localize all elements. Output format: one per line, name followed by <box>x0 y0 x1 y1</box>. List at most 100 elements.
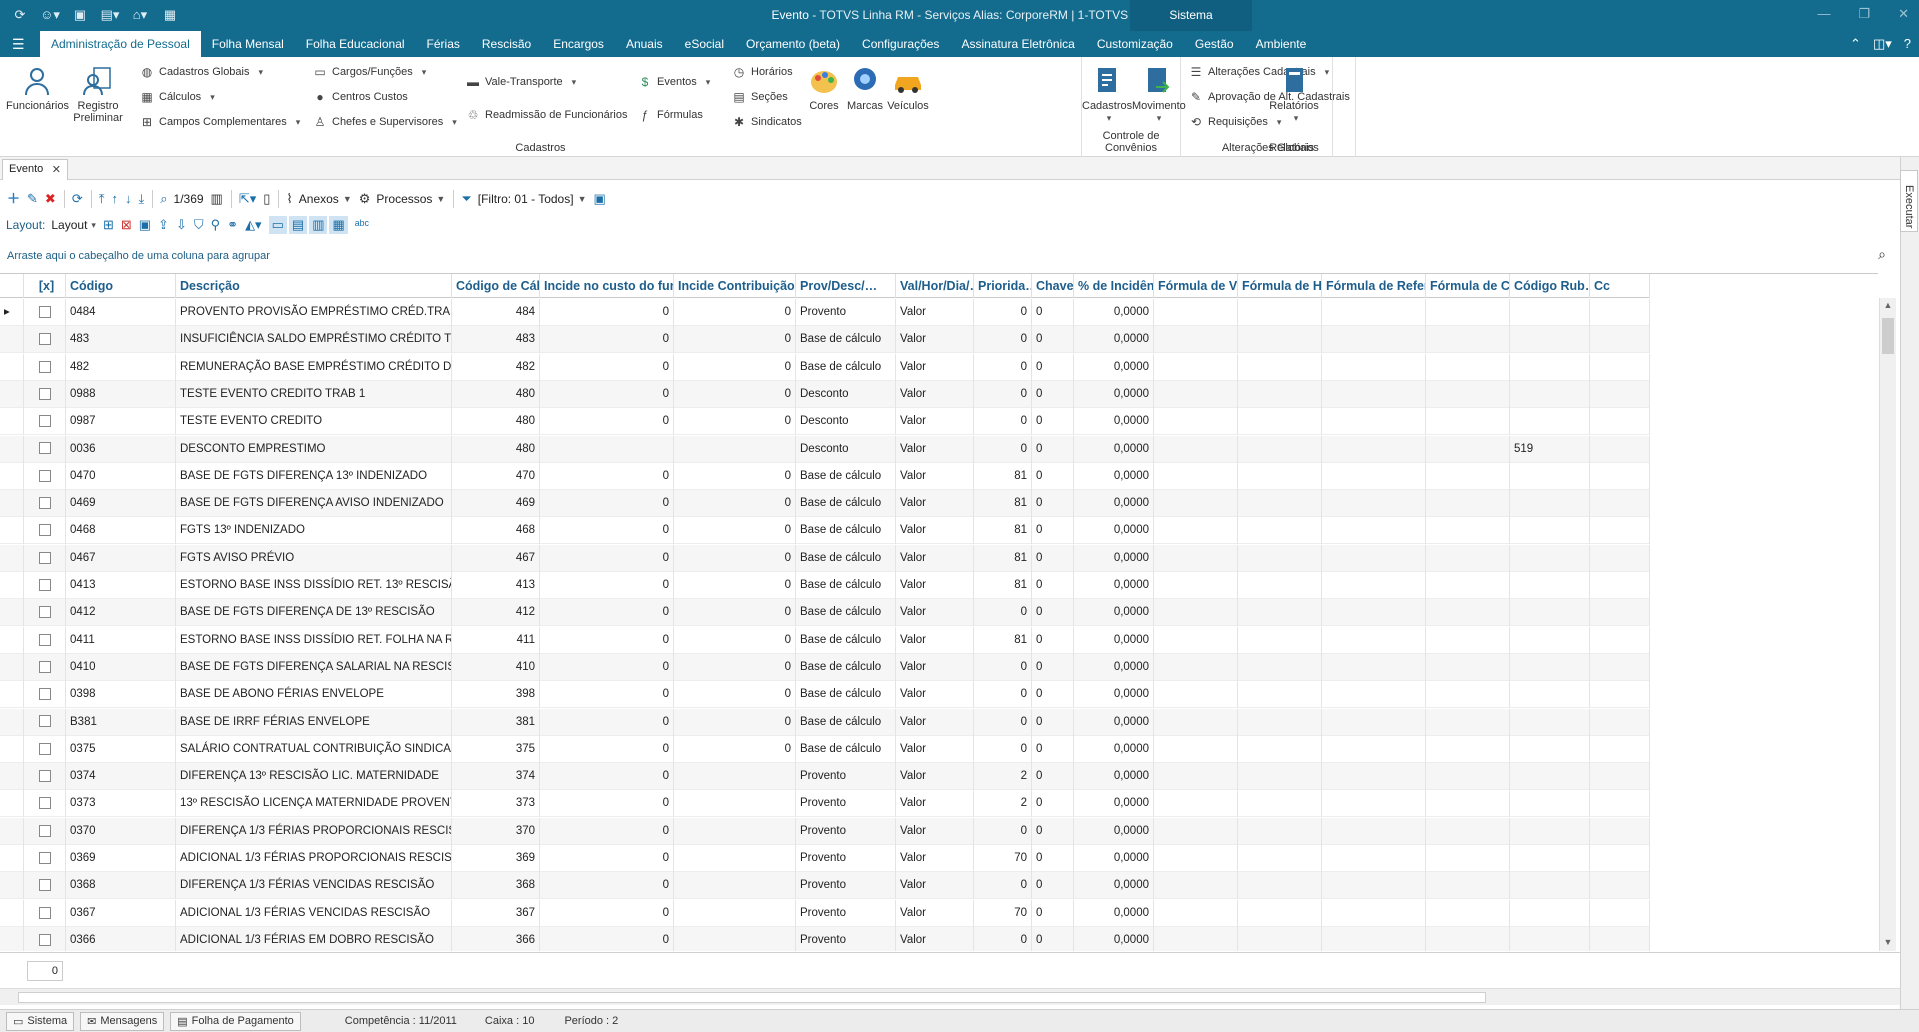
table-row[interactable]: 0410 BASE DE FGTS DIFERENÇA SALARIAL NA R… <box>0 653 1650 681</box>
table-row[interactable]: 0368 DIFERENÇA 1/3 FÉRIAS VENCIDAS RESCIS… <box>0 872 1650 900</box>
tab-f-rias[interactable]: Férias <box>416 31 471 57</box>
app-menu-icon[interactable]: ☰ <box>12 36 25 53</box>
scroll-thumb[interactable] <box>1882 318 1894 354</box>
table-row[interactable]: 0367 ADICIONAL 1/3 FÉRIAS VENCIDAS RESCIS… <box>0 899 1650 927</box>
cores-button[interactable]: Cores <box>806 65 842 112</box>
restore-icon[interactable]: ❐ <box>1858 6 1870 22</box>
table-row[interactable]: 0413 ESTORNO BASE INSS DISSÍDIO RET. 13º … <box>0 572 1650 599</box>
row-checkbox[interactable] <box>38 551 51 564</box>
table-row[interactable]: 0469 BASE DE FGTS DIFERENÇA AVISO INDENIZ… <box>0 490 1650 518</box>
layout-menu-button[interactable]: Layout <box>51 218 87 232</box>
column-header[interactable]: Chave <box>1032 274 1074 298</box>
table-row[interactable]: 482 REMUNERAÇÃO BASE EMPRÉSTIMO CRÉDITO D… <box>0 353 1650 381</box>
readmissao-button[interactable]: ♲ Readmissão de Funcionários <box>466 108 628 122</box>
spellcheck-icon[interactable]: ᵃᵇᶜ <box>355 216 369 234</box>
table-row[interactable]: 0467 FGTS AVISO PRÉVIO 467 0 0 Base de cálcul… <box>0 544 1650 572</box>
previous-record-icon[interactable]: ↑ <box>111 190 118 208</box>
table-row[interactable]: 0987 TESTE EVENTO CREDITO 480 0 0 Desconto Val… <box>0 408 1650 436</box>
layout-toggle-icon[interactable]: ◫▾ <box>1873 36 1892 52</box>
status-sistema-button[interactable]: ▭ Sistema <box>6 1011 75 1031</box>
row-checkbox[interactable] <box>38 906 51 919</box>
table-row[interactable]: 0375 SALÁRIO CONTRATUAL CONTRIBUIÇÃO SIND… <box>0 735 1650 763</box>
campos-complementares-button[interactable]: ⊞ Campos Complementares ▾ <box>140 115 300 129</box>
cargos-funcoes-button[interactable]: ▭ Cargos/Funções ▾ <box>313 65 426 79</box>
column-header[interactable]: Descrição <box>176 274 452 298</box>
tab-ambiente[interactable]: Ambiente <box>1245 31 1318 57</box>
column-header[interactable]: Cc <box>1590 274 1650 298</box>
calculos-button[interactable]: ▦ Cálculos ▾ <box>140 90 214 104</box>
chefes-supervisores-button[interactable]: ♙ Chefes e Supervisores ▾ <box>313 115 457 129</box>
column-header[interactable]: Fórmula de H… <box>1238 274 1322 298</box>
table-row[interactable]: 0370 DIFERENÇA 1/3 FÉRIAS PROPORCIONAIS R… <box>0 817 1650 845</box>
table-row[interactable]: 0366 ADICIONAL 1/3 FÉRIAS EM DOBRO RESCIS… <box>0 926 1650 951</box>
row-checkbox[interactable] <box>38 770 51 783</box>
row-checkbox[interactable] <box>38 851 51 864</box>
horizontal-scrollbar[interactable] <box>0 988 1900 1005</box>
group-by-area[interactable]: Arraste aqui o cabeçalho de uma coluna p… <box>0 240 1900 272</box>
table-row[interactable]: B381 BASE DE IRRF FÉRIAS ENVELOPE 381 0 0 Bas… <box>0 708 1650 736</box>
status-mensagens-button[interactable]: ✉ Mensagens <box>80 1011 165 1031</box>
row-checkbox[interactable] <box>38 688 51 701</box>
close-icon[interactable]: ✕ <box>1898 6 1909 22</box>
table-row[interactable]: ▸ 0484 PROVENTO PROVISÃO EMPRÉSTIMO CRÉD.T… <box>0 299 1650 326</box>
eventos-button[interactable]: $ Eventos ▾ <box>638 75 711 89</box>
centros-custos-button[interactable]: ● Centros Custos <box>313 90 407 104</box>
processos-button[interactable]: Processos <box>376 192 432 206</box>
first-record-icon[interactable]: ⤒ <box>99 190 105 208</box>
download-layout-icon[interactable]: ⇩ <box>176 216 187 234</box>
row-checkbox[interactable] <box>38 660 51 673</box>
refresh-icon[interactable]: ⟳ <box>72 190 83 208</box>
relatorios-button[interactable]: Relatórios ▾ <box>1264 65 1324 124</box>
table-row[interactable]: 483 INSUFICIÊNCIA SALDO EMPRÉSTIMO CRÉDIT… <box>0 326 1650 354</box>
tab-customiza-o[interactable]: Customização <box>1086 31 1184 57</box>
group-icon[interactable]: ⚭ <box>227 216 238 234</box>
cadastros-convenios-button[interactable]: Cadastros ▾ <box>1082 65 1132 124</box>
row-checkbox[interactable] <box>38 305 51 318</box>
table-row[interactable]: 0470 BASE DE FGTS DIFERENÇA 13º INDENIZAD… <box>0 462 1650 490</box>
scroll-down-icon[interactable]: ▼ <box>1882 937 1894 949</box>
save-layout-icon[interactable]: ▣ <box>139 216 151 234</box>
tab-encargos[interactable]: Encargos <box>542 31 615 57</box>
tab-folha-mensal[interactable]: Folha Mensal <box>201 31 295 57</box>
add-layout-icon[interactable]: ⊞ <box>103 216 114 234</box>
registro-preliminar-button[interactable]: Registro Preliminar <box>70 65 126 124</box>
row-checkbox[interactable] <box>38 715 51 728</box>
view-mode-1-icon[interactable]: ▭ <box>268 216 287 234</box>
movimento-button[interactable]: Movimento ▾ <box>1132 65 1186 124</box>
table-row[interactable]: 0398 BASE DE ABONO FÉRIAS ENVELOPE 398 0 0 Ba… <box>0 681 1650 709</box>
column-header[interactable]: Fórmula de V… <box>1154 274 1238 298</box>
horarios-button[interactable]: ◷ Horários <box>732 65 793 79</box>
column-header[interactable]: Val/Hor/Dia/… <box>896 274 974 298</box>
book-icon[interactable]: ▣ <box>594 190 606 208</box>
column-header[interactable]: Priorida… <box>974 274 1032 298</box>
tab-administra-o-de-pessoal[interactable]: Administração de Pessoal <box>40 31 201 57</box>
tab-assinatura-eletr-nica[interactable]: Assinatura Eletrônica <box>950 31 1085 57</box>
vale-transporte-button[interactable]: ▬ Vale-Transporte ▾ <box>466 75 576 89</box>
row-checkbox[interactable] <box>38 633 51 646</box>
row-checkbox[interactable] <box>38 933 51 946</box>
tab-rescis-o[interactable]: Rescisão <box>471 31 542 57</box>
tab-configura-es[interactable]: Configurações <box>851 31 950 57</box>
tab-or-amento-beta-[interactable]: Orçamento (beta) <box>735 31 851 57</box>
search-icon[interactable]: ⌕ <box>160 190 167 208</box>
row-checkbox[interactable] <box>38 442 51 455</box>
row-checkbox[interactable] <box>38 333 51 346</box>
grid-search-icon[interactable]: ⌕ <box>1878 246 1886 263</box>
delete-layout-icon[interactable]: ⊠ <box>121 216 132 234</box>
view-mode-2-icon[interactable]: ▤ <box>288 216 308 234</box>
minimize-icon[interactable]: — <box>1817 6 1830 22</box>
marcas-button[interactable]: Marcas <box>846 65 884 112</box>
tab-anuais[interactable]: Anuais <box>615 31 674 57</box>
status-folha-button[interactable]: ▤ Folha de Pagamento <box>170 1011 301 1031</box>
executar-panel-button[interactable]: Executar <box>1900 170 1918 232</box>
row-checkbox[interactable] <box>38 415 51 428</box>
row-checkbox[interactable] <box>38 824 51 837</box>
document-icon[interactable]: ▯ <box>263 190 270 208</box>
anexos-button[interactable]: Anexos <box>299 192 339 206</box>
table-row[interactable]: 0036 DESCONTO EMPRESTIMO 480 Desconto Valor 0… <box>0 435 1650 463</box>
table-row[interactable]: 0373 13º RESCISÃO LICENÇA MATERNIDADE PRO… <box>0 790 1650 818</box>
column-header[interactable]: Fórmula de Cr… <box>1426 274 1510 298</box>
column-header[interactable]: Código Rub… <box>1510 274 1590 298</box>
tab-evento[interactable]: Evento ✕ <box>2 159 68 180</box>
tab-esocial[interactable]: eSocial <box>674 31 735 57</box>
